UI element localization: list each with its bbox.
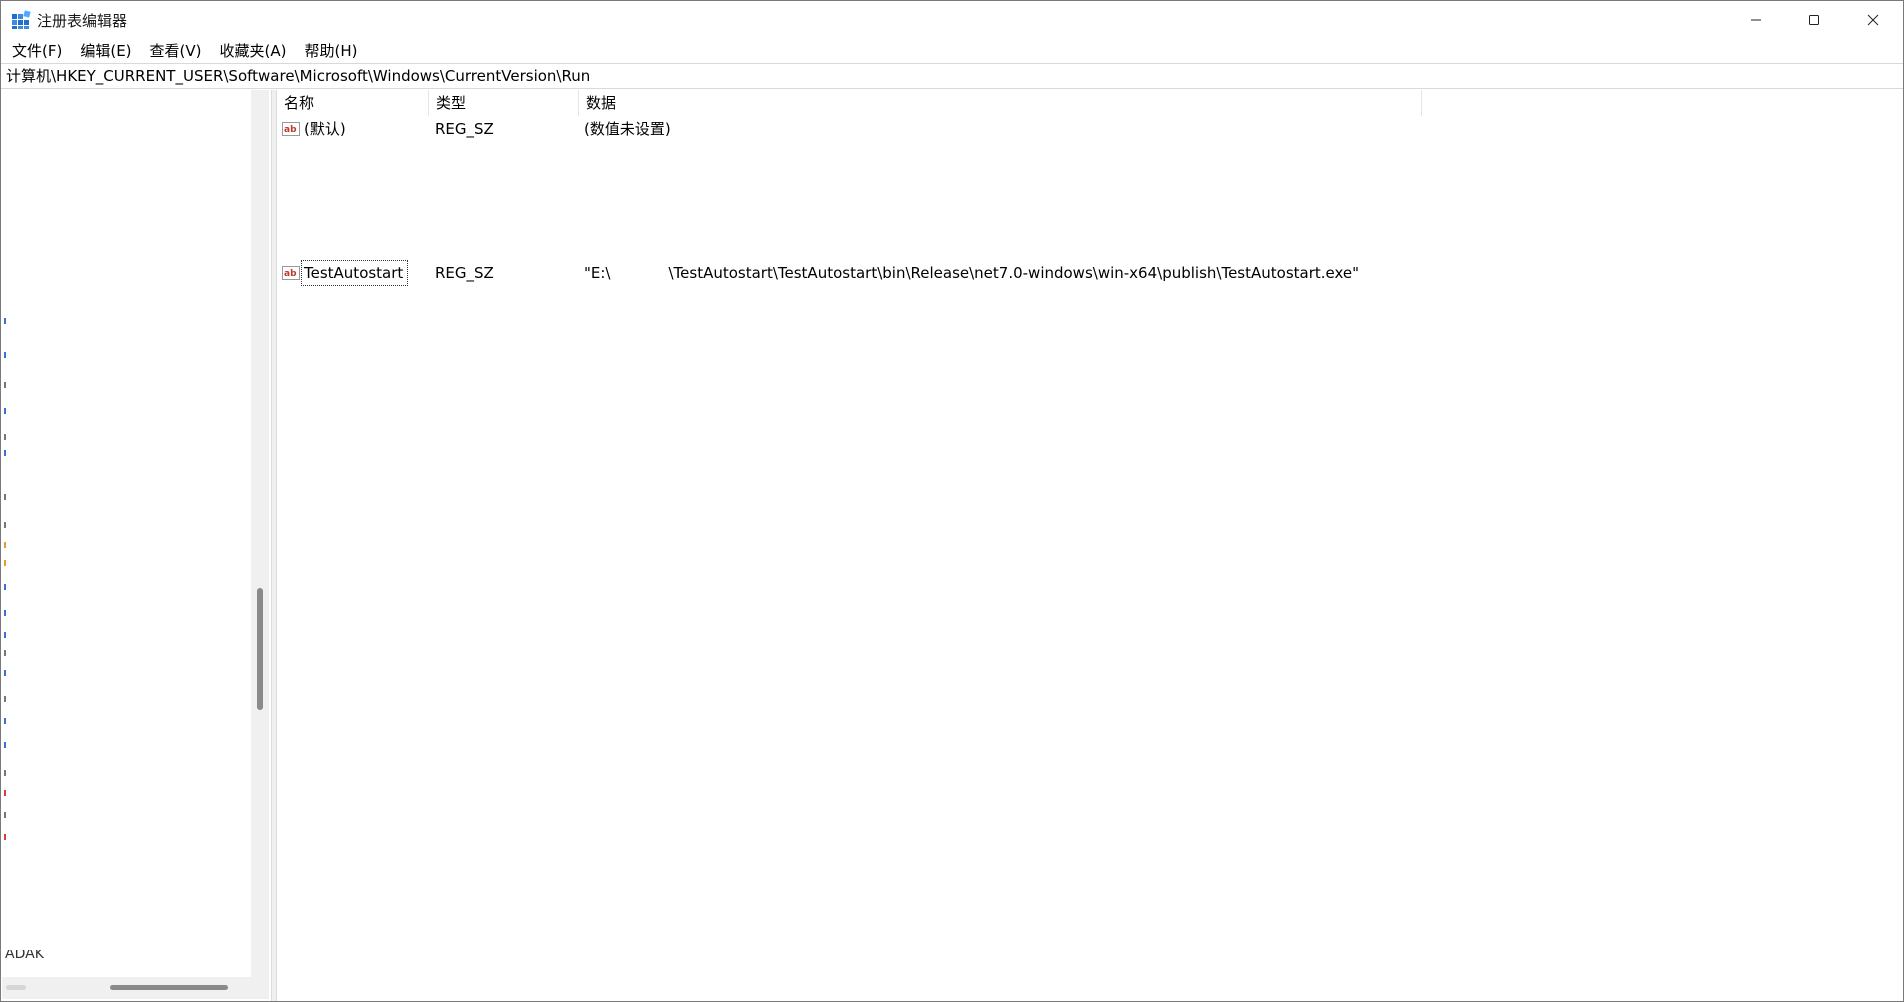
menu-bar: 文件(F) 编辑(E) 查看(V) 收藏夹(A) 帮助(H) (1, 39, 1903, 63)
value-name: (默认) (304, 120, 346, 138)
tree-vertical-scroll-thumb[interactable] (257, 588, 263, 710)
menu-file[interactable]: 文件(F) (5, 39, 69, 63)
column-header-data[interactable]: 数据 (579, 90, 1422, 116)
list-item[interactable]: ab TestAutostart REG_SZ "E:\ \TestAutosta… (277, 260, 1903, 286)
registry-editor-window: 注册表编辑器 文件(F) 编辑(E) 查看(V) 收藏夹(A) 帮助(H) 计算… (0, 0, 1904, 1002)
tree-horizontal-scrollbar[interactable] (2, 977, 251, 999)
tree-horizontal-scroll-thumb[interactable] (110, 985, 228, 990)
tree-item-label[interactable]: ADAK (5, 950, 44, 958)
value-data-suffix: \TestAutostart\TestAutostart\bin\Release… (668, 264, 1360, 282)
maximize-icon (1809, 15, 1819, 25)
menu-favorites[interactable]: 收藏夹(A) (213, 39, 294, 63)
column-header-type[interactable]: 类型 (429, 90, 579, 116)
maximize-button[interactable] (1785, 1, 1843, 39)
tree-horizontal-scroll-track (6, 985, 26, 990)
key-tree[interactable]: ADAK (2, 90, 252, 977)
title-bar[interactable]: 注册表编辑器 (1, 1, 1903, 39)
value-type: REG_SZ (435, 120, 494, 138)
svg-text:ab: ab (284, 269, 297, 279)
registry-editor-icon (11, 10, 31, 30)
value-data: (数值未设置) (584, 120, 671, 138)
menu-view[interactable]: 查看(V) (143, 39, 209, 63)
value-data-prefix: "E:\ (584, 264, 611, 282)
minimize-button[interactable] (1727, 1, 1785, 39)
window-title: 注册表编辑器 (37, 12, 128, 30)
value-type: REG_SZ (435, 264, 494, 282)
tree-pane[interactable]: ADAK (2, 90, 271, 1001)
string-value-icon: ab (282, 120, 300, 138)
tree-vertical-scrollbar[interactable] (251, 90, 269, 977)
column-header-name[interactable]: 名称 (277, 90, 429, 116)
menu-edit[interactable]: 编辑(E) (73, 39, 138, 63)
list-item[interactable]: ab (默认) REG_SZ (数值未设置) (277, 117, 1903, 141)
scrollbar-corner (251, 977, 269, 999)
close-button[interactable] (1844, 1, 1902, 39)
menu-help[interactable]: 帮助(H) (297, 39, 364, 63)
svg-text:ab: ab (284, 125, 297, 135)
list-header: 名称 类型 数据 (277, 90, 1903, 116)
minimize-icon (1751, 19, 1761, 21)
value-data: "E:\ \TestAutostart\TestAutostart\bin\Rel… (584, 261, 1359, 285)
close-icon (1867, 14, 1879, 26)
value-name: TestAutostart (300, 260, 409, 286)
address-bar[interactable]: 计算机\HKEY_CURRENT_USER\Software\Microsoft… (1, 63, 1903, 89)
string-value-icon: ab (282, 264, 300, 282)
values-list[interactable]: 名称 类型 数据 ab (默认) REG_SZ (数值未设置) ab TestA… (277, 90, 1903, 1001)
